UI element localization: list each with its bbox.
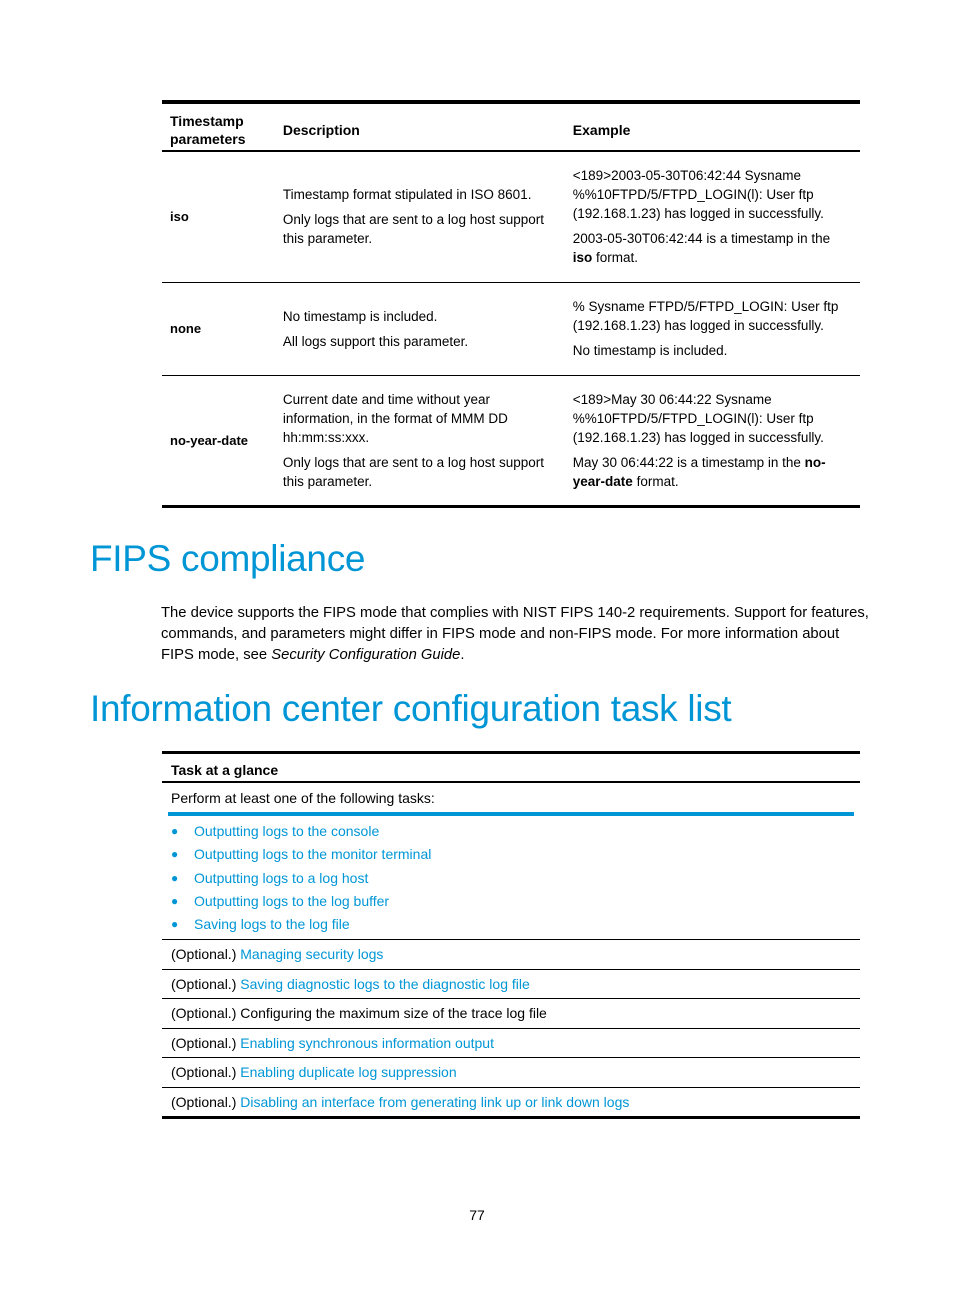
description-line: Only logs that are sent to a log host su… (282, 454, 544, 489)
param-cell: iso (170, 209, 189, 225)
note-keyword: iso (572, 250, 593, 266)
description-line: All logs support this parameter. (282, 333, 469, 349)
header-example: Example (572, 122, 631, 138)
note-text: format. (592, 250, 639, 266)
document-page: Timestamp parameters Description Example… (0, 0, 954, 1296)
task-text: Configuring the maximum size of the trac… (240, 1005, 547, 1022)
bullet-icon: ● (171, 894, 179, 909)
table-row: (Optional.) Saving diagnostic logs to th… (162, 970, 860, 1000)
table-row: (Optional.) Configuring the maximum size… (162, 999, 860, 1029)
example-cell: <189>2003-05-30T06:42:44 Sysname %%10FTP… (565, 151, 860, 282)
fips-text-end: . (460, 647, 465, 663)
description-cell: Timestamp format stipulated in ISO 8601.… (275, 151, 565, 282)
table-row: (Optional.) Enabling synchronous informa… (162, 1029, 860, 1059)
optional-prefix: (Optional.) (171, 1034, 241, 1051)
task-link[interactable]: Disabling an interface from generating l… (240, 1094, 629, 1110)
task-list-heading: Information center configuration task li… (90, 688, 732, 729)
task-link[interactable]: Enabling duplicate log suppression (240, 1064, 456, 1080)
task-link[interactable]: Enabling synchronous information output (240, 1035, 494, 1051)
optional-prefix: (Optional.) (171, 946, 241, 963)
bullet-icon: ● (171, 917, 179, 932)
task-intro: Perform at least one of the following ta… (171, 790, 435, 806)
note-text: format. (632, 473, 679, 489)
list-item: ● Outputting logs to the monitor terminal (171, 843, 860, 866)
header-timestamp-parameters: Timestamp parameters (170, 113, 246, 147)
task-table: Task at a glance Perform at least one of… (162, 751, 860, 1120)
table-row: none No timestamp is included. All logs … (162, 282, 860, 375)
task-link[interactable]: Saving logs to the log file (194, 913, 350, 936)
task-link[interactable]: Managing security logs (240, 946, 383, 962)
list-item: ● Outputting logs to the console (171, 820, 860, 843)
task-link[interactable]: Saving diagnostic logs to the diagnostic… (240, 976, 530, 992)
table-row: (Optional.) Disabling an interface from … (162, 1088, 860, 1117)
task-link[interactable]: Outputting logs to a log host (194, 867, 368, 890)
example-log: <189>May 30 06:44:22 Sysname %%10FTPD/5/… (572, 391, 824, 445)
task-table-header: Task at a glance (162, 754, 860, 783)
example-cell: % Sysname FTPD/5/FTPD_LOGIN: User ftp (1… (565, 282, 860, 375)
example-log: <189>2003-05-30T06:42:44 Sysname %%10FTP… (572, 168, 824, 222)
description-line: Only logs that are sent to a log host su… (282, 212, 544, 247)
optional-prefix: (Optional.) (171, 1064, 241, 1081)
bullet-icon: ● (171, 870, 179, 885)
description-cell: Current date and time without year infor… (275, 375, 565, 506)
table-row: (Optional.) Managing security logs (162, 940, 860, 970)
fips-compliance-heading: FIPS compliance (90, 538, 366, 579)
table-row: iso Timestamp format stipulated in ISO 8… (162, 151, 860, 282)
header-description: Description (282, 122, 360, 138)
optional-prefix: (Optional.) (171, 1093, 241, 1110)
table-row: no-year-date Current date and time witho… (162, 375, 860, 506)
example-note: May 30 06:44:22 is a timestamp in the no… (573, 453, 852, 491)
example-cell: <189>May 30 06:44:22 Sysname %%10FTPD/5/… (565, 375, 860, 506)
example-note: No timestamp is included. (572, 343, 728, 358)
note-text: 2003-05-30T06:42:44 is a timestamp in th… (572, 231, 831, 247)
timestamp-parameters-table: Timestamp parameters Description Example… (162, 100, 860, 508)
fips-paragraph: The device supports the FIPS mode that c… (161, 603, 873, 666)
note-text: May 30 06:44:22 is a timestamp in the (572, 454, 805, 470)
example-log: % Sysname FTPD/5/FTPD_LOGIN: User ftp (1… (572, 299, 839, 333)
task-link[interactable]: Outputting logs to the log buffer (194, 890, 389, 913)
task-link[interactable]: Outputting logs to the console (194, 820, 379, 843)
table-row: (Optional.) Enabling duplicate log suppr… (162, 1058, 860, 1088)
list-item: ● Outputting logs to the log buffer (171, 890, 860, 913)
param-cell: no-year-date (170, 432, 249, 448)
optional-prefix: (Optional.) (171, 1005, 241, 1022)
bullet-icon: ● (171, 847, 179, 862)
page-number: 77 (469, 1207, 485, 1223)
required-task-list: ● Outputting logs to the console ● Outputt… (162, 816, 860, 941)
list-item: ● Saving logs to the log file (171, 913, 860, 936)
guide-reference: Security Configuration Guide (271, 647, 461, 663)
description-line: Current date and time without year infor… (282, 391, 508, 445)
description-line: Timestamp format stipulated in ISO 8601. (282, 187, 532, 203)
table-header-row: Timestamp parameters Description Example (162, 102, 860, 151)
task-link[interactable]: Outputting logs to the monitor terminal (194, 843, 431, 866)
description-cell: No timestamp is included. All logs suppo… (275, 282, 565, 375)
fips-text: The device supports the FIPS mode that c… (161, 605, 869, 663)
optional-task-rows: (Optional.) Managing security logs (Opti… (162, 940, 860, 1116)
optional-prefix: (Optional.) (171, 975, 241, 992)
example-note: 2003-05-30T06:42:44 is a timestamp in th… (573, 229, 852, 267)
param-cell: none (170, 321, 202, 336)
bullet-icon: ● (171, 824, 179, 839)
list-item: ● Outputting logs to a log host (171, 867, 860, 890)
description-line: No timestamp is included. (282, 308, 438, 324)
